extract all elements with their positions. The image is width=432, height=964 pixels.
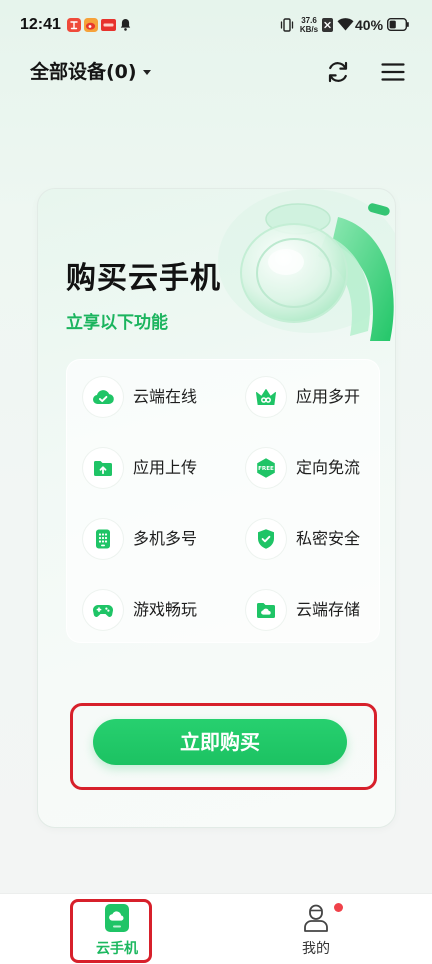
- feature-item-privacy: 私密安全: [246, 503, 379, 574]
- bottom-nav: 云手机 我的: [0, 893, 432, 964]
- nav-label: 我的: [302, 941, 330, 957]
- refresh-icon: [328, 61, 348, 83]
- nav-label: 云手机: [96, 941, 138, 957]
- feature-item-gaming: 游戏畅玩: [83, 574, 246, 645]
- cloud-check-icon: [83, 376, 123, 417]
- feature-item-cloud-storage: 云端存储: [246, 574, 379, 645]
- feature-item-multi-device: 多机多号: [83, 503, 246, 574]
- feature-label: 私密安全: [296, 528, 361, 548]
- buy-now-button[interactable]: 立即购买: [93, 719, 347, 765]
- wifi-icon: [337, 18, 354, 31]
- nav-item-mine[interactable]: 我的: [276, 894, 356, 964]
- status-time: 12:41: [20, 16, 61, 33]
- feature-label: 应用上传: [133, 457, 198, 477]
- feature-label: 定向免流: [296, 457, 361, 477]
- weibo-icon: [84, 18, 98, 32]
- device-selector[interactable]: 全部设备(0): [30, 60, 151, 84]
- notification-dot: [334, 903, 343, 912]
- free-badge-icon: FREE: [246, 447, 286, 488]
- feature-label: 游戏畅玩: [133, 599, 198, 619]
- feature-list: 云端在线 应用多开 应用上传 FREE 定向免流 多机多号 私密安全 游戏畅玩 …: [66, 359, 380, 643]
- device-selector-label: 全部设备(0): [30, 61, 137, 83]
- net-speed-unit: KB/s: [299, 25, 319, 34]
- refresh-button[interactable]: [325, 59, 351, 85]
- feature-label: 多机多号: [133, 528, 198, 548]
- free-badge-text: FREE: [258, 466, 274, 472]
- crown-infinity-icon: [246, 376, 286, 417]
- person-icon: [276, 901, 356, 933]
- feature-label: 云端存储: [296, 599, 361, 619]
- keypad-phone-icon: [83, 518, 123, 559]
- header: 全部设备(0): [0, 50, 432, 95]
- net-speed-value: 37.6: [301, 16, 317, 25]
- feature-item-app-upload: 应用上传: [83, 432, 246, 503]
- red-app-icon: [67, 18, 81, 32]
- vibrate-icon: [280, 18, 294, 32]
- status-bar: 12:41 37.6 KB/s 40%: [0, 0, 432, 50]
- no-sim-icon: [322, 18, 333, 32]
- caret-down-icon: [142, 69, 151, 75]
- menu-button[interactable]: [380, 59, 406, 85]
- bell-icon: [120, 19, 131, 31]
- battery-icon: [387, 18, 409, 31]
- folder-cloud-icon: [246, 589, 286, 630]
- feature-item-multi-app: 应用多开: [246, 361, 379, 432]
- folder-upload-icon: [83, 447, 123, 488]
- cloud-phone-icon: [77, 903, 157, 933]
- feature-item-free-data: FREE 定向免流: [246, 432, 379, 503]
- promo-title: 购买云手机: [66, 261, 221, 296]
- shield-check-icon: [246, 518, 286, 559]
- gamepad-icon: [83, 589, 123, 630]
- feature-label: 云端在线: [133, 386, 198, 406]
- feature-label: 应用多开: [296, 386, 361, 406]
- feature-item-cloud-online: 云端在线: [83, 361, 246, 432]
- battery-level: 40%: [355, 17, 384, 33]
- menu-icon: [381, 63, 405, 81]
- net-speed: 37.6 KB/s: [297, 16, 321, 34]
- red-tag-icon: [101, 19, 116, 31]
- promo-illustration: [218, 189, 395, 341]
- nav-item-cloud-phone[interactable]: 云手机: [77, 894, 157, 964]
- promo-subtitle: 立享以下功能: [66, 313, 168, 333]
- promo-card: 购买云手机 立享以下功能 云端在线 应用多开 应用上传 FREE 定向免流 多机…: [37, 188, 396, 828]
